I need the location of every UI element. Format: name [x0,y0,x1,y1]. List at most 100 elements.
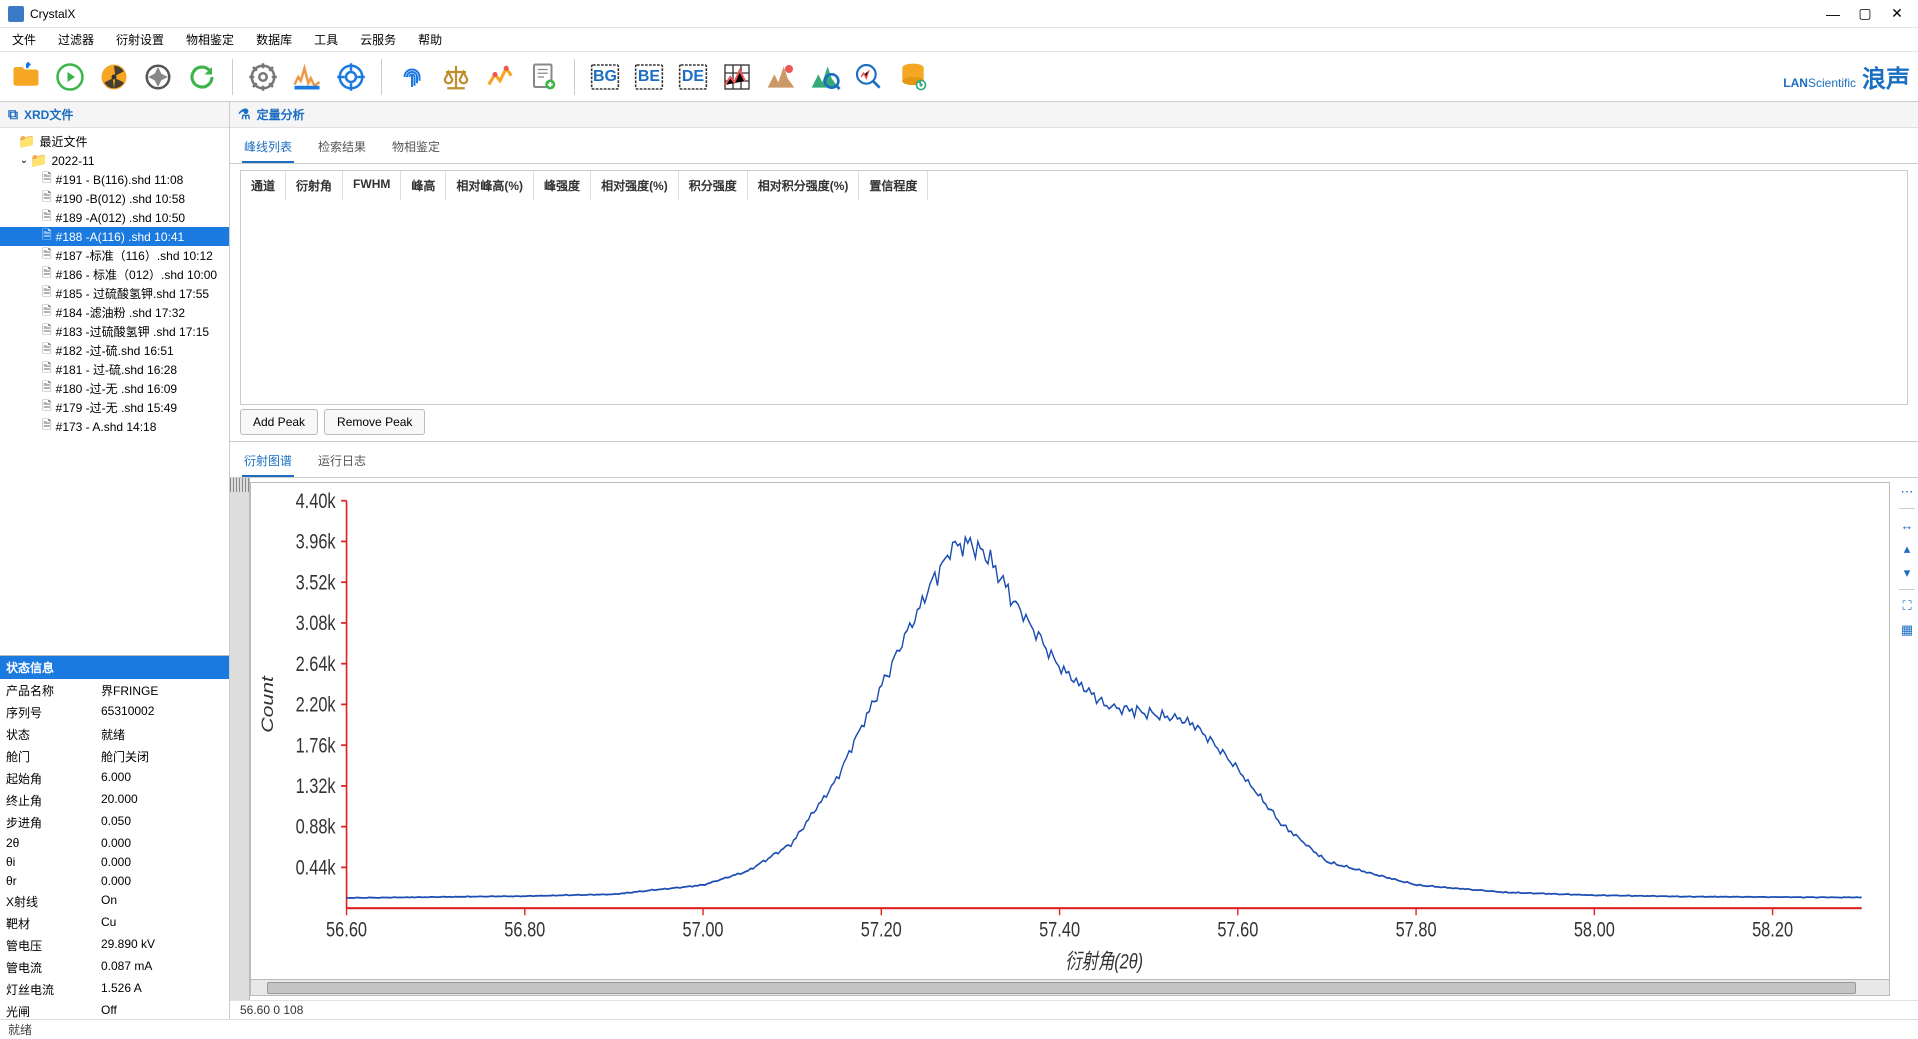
plot-down-icon[interactable]: ▾ [1899,565,1915,581]
plot-left-strip[interactable] [230,478,250,1000]
tree-file-4[interactable]: 🗎#187 -标准（116）.shd 10:12 [0,246,229,265]
tree-file-12[interactable]: 🗎#179 -过-无 .shd 15:49 [0,398,229,417]
balance-button[interactable] [438,59,474,95]
plot-tab-0[interactable]: 衍射图谱 [242,446,294,477]
col-1[interactable]: 衍射角 [286,171,343,200]
de-button[interactable]: DE [675,59,711,95]
flask-icon: ⚗ [238,106,251,123]
tree-file-1[interactable]: 🗎#190 -B(012) .shd 10:58 [0,189,229,208]
col-7[interactable]: 积分强度 [679,171,748,200]
status-header: 状态信息 [0,656,229,679]
menu-7[interactable]: 帮助 [414,29,446,50]
settings-button[interactable] [245,59,281,95]
tree-file-13[interactable]: 🗎#173 - A.shd 14:18 [0,417,229,436]
menu-2[interactable]: 衍射设置 [112,29,168,50]
status-row-12: 管电压29.890 kV [0,934,229,956]
tree-file-11[interactable]: 🗎#180 -过-无 .shd 16:09 [0,379,229,398]
menu-1[interactable]: 过滤器 [54,29,98,50]
col-3[interactable]: 峰高 [401,171,446,200]
plot-canvas[interactable]: 0.44k0.88k1.32k1.76k2.20k2.64k3.08k3.52k… [250,482,1890,996]
qa-tab-2[interactable]: 物相鉴定 [390,132,442,163]
col-2[interactable]: FWHM [343,171,401,200]
tree-file-6[interactable]: 🗎#185 - 过硫酸氢钾.shd 17:55 [0,284,229,303]
svg-text:57.00: 57.00 [683,919,724,943]
analyze-button[interactable] [851,59,887,95]
refresh-button[interactable] [184,59,220,95]
tree-recent[interactable]: 📁最近文件 [0,132,229,151]
plot-menu-icon[interactable]: ⋯ [1899,484,1915,500]
app-icon [8,6,24,22]
status-row-11: 靶材Cu [0,912,229,934]
aperture-button[interactable] [140,59,176,95]
tree-file-5[interactable]: 🗎#186 - 标准（012）.shd 10:00 [0,265,229,284]
plot-grid-icon[interactable]: ▦ [1899,622,1915,638]
plot-tabs: 衍射图谱运行日志 [230,442,1918,478]
peak-table[interactable]: 通道衍射角FWHM峰高相对峰高(%)峰强度相对强度(%)积分强度相对积分强度(%… [240,170,1908,405]
open-file-button[interactable] [8,59,44,95]
tree-file-0[interactable]: 🗎#191 - B(116).shd 11:08 [0,170,229,189]
plot-tab-1[interactable]: 运行日志 [316,446,368,477]
bg-button[interactable]: BG [587,59,623,95]
col-0[interactable]: 通道 [241,171,286,200]
svg-text:58.00: 58.00 [1574,919,1615,943]
qa-tab-0[interactable]: 峰线列表 [242,132,294,163]
database-button[interactable] [895,59,931,95]
tree-file-3[interactable]: 🗎#188 -A(116) .shd 10:41 [0,227,229,246]
tree-file-8[interactable]: 🗎#183 -过硫酸氢钾 .shd 17:15 [0,322,229,341]
col-6[interactable]: 相对强度(%) [591,171,679,200]
col-8[interactable]: 相对积分强度(%) [748,171,860,200]
file-tree[interactable]: 📁最近文件⌄📁2022-11🗎#191 - B(116).shd 11:08🗎#… [0,128,229,655]
tree-file-2[interactable]: 🗎#189 -A(012) .shd 10:50 [0,208,229,227]
spectrum-button[interactable] [289,59,325,95]
be-button[interactable]: BE [631,59,667,95]
plot-tool-strip: ⋯ ↔ ▴ ▾ ⛶ ▦ [1896,478,1918,1000]
col-9[interactable]: 置信程度 [859,171,928,200]
col-4[interactable]: 相对峰高(%) [446,171,534,200]
peaks-button[interactable] [763,59,799,95]
menu-0[interactable]: 文件 [8,29,40,50]
plot-h-scrollbar[interactable] [251,979,1889,995]
svg-text:0.88k: 0.88k [296,816,337,840]
fingerprint-button[interactable] [394,59,430,95]
maximize-button[interactable]: ▢ [1858,7,1872,21]
status-row-5: 终止角20.000 [0,789,229,811]
svg-text:56.60: 56.60 [326,919,367,943]
svg-text:Count: Count [259,675,277,733]
run-button[interactable] [52,59,88,95]
report-button[interactable] [526,59,562,95]
menu-3[interactable]: 物相鉴定 [182,29,238,50]
titlebar: CrystalX — ▢ ✕ [0,0,1918,28]
tree-file-9[interactable]: 🗎#182 -过-硫.shd 16:51 [0,341,229,360]
plot-fit-h-icon[interactable]: ↔ [1899,517,1915,533]
menu-5[interactable]: 工具 [310,29,342,50]
trend-button[interactable] [482,59,518,95]
tree-folder[interactable]: ⌄📁2022-11 [0,151,229,170]
svg-text:2.20k: 2.20k [296,694,337,718]
status-row-7: 2θ0.000 [0,833,229,852]
col-5[interactable]: 峰强度 [534,171,591,200]
add-peak-button[interactable]: Add Peak [240,409,318,435]
status-row-2: 状态就绪 [0,723,229,745]
remove-peak-button[interactable]: Remove Peak [324,409,425,435]
plot-up-icon[interactable]: ▴ [1899,541,1915,557]
menu-6[interactable]: 云服务 [356,29,400,50]
svg-text:57.80: 57.80 [1396,919,1437,943]
plot-fullscreen-icon[interactable]: ⛶ [1899,598,1915,614]
find-peaks-button[interactable] [807,59,843,95]
target-button[interactable] [333,59,369,95]
status-row-10: X射线On [0,890,229,912]
qa-tab-1[interactable]: 检索结果 [316,132,368,163]
plot-coords: 56.60 0 108 [230,1000,1918,1019]
menubar: 文件过滤器衍射设置物相鉴定数据库工具云服务帮助 [0,28,1918,52]
status-row-0: 产品名称界FRINGE [0,679,229,701]
svg-text:1.76k: 1.76k [296,734,337,758]
menu-4[interactable]: 数据库 [252,29,296,50]
minimize-button[interactable]: — [1826,7,1840,21]
tree-file-7[interactable]: 🗎#184 -滤油粉 .shd 17:32 [0,303,229,322]
close-button[interactable]: ✕ [1890,7,1904,21]
svg-text:BE: BE [638,68,661,85]
radiation-button[interactable] [96,59,132,95]
tree-file-10[interactable]: 🗎#181 - 过-硫.shd 16:28 [0,360,229,379]
svg-text:3.08k: 3.08k [296,612,337,636]
grid-button[interactable] [719,59,755,95]
